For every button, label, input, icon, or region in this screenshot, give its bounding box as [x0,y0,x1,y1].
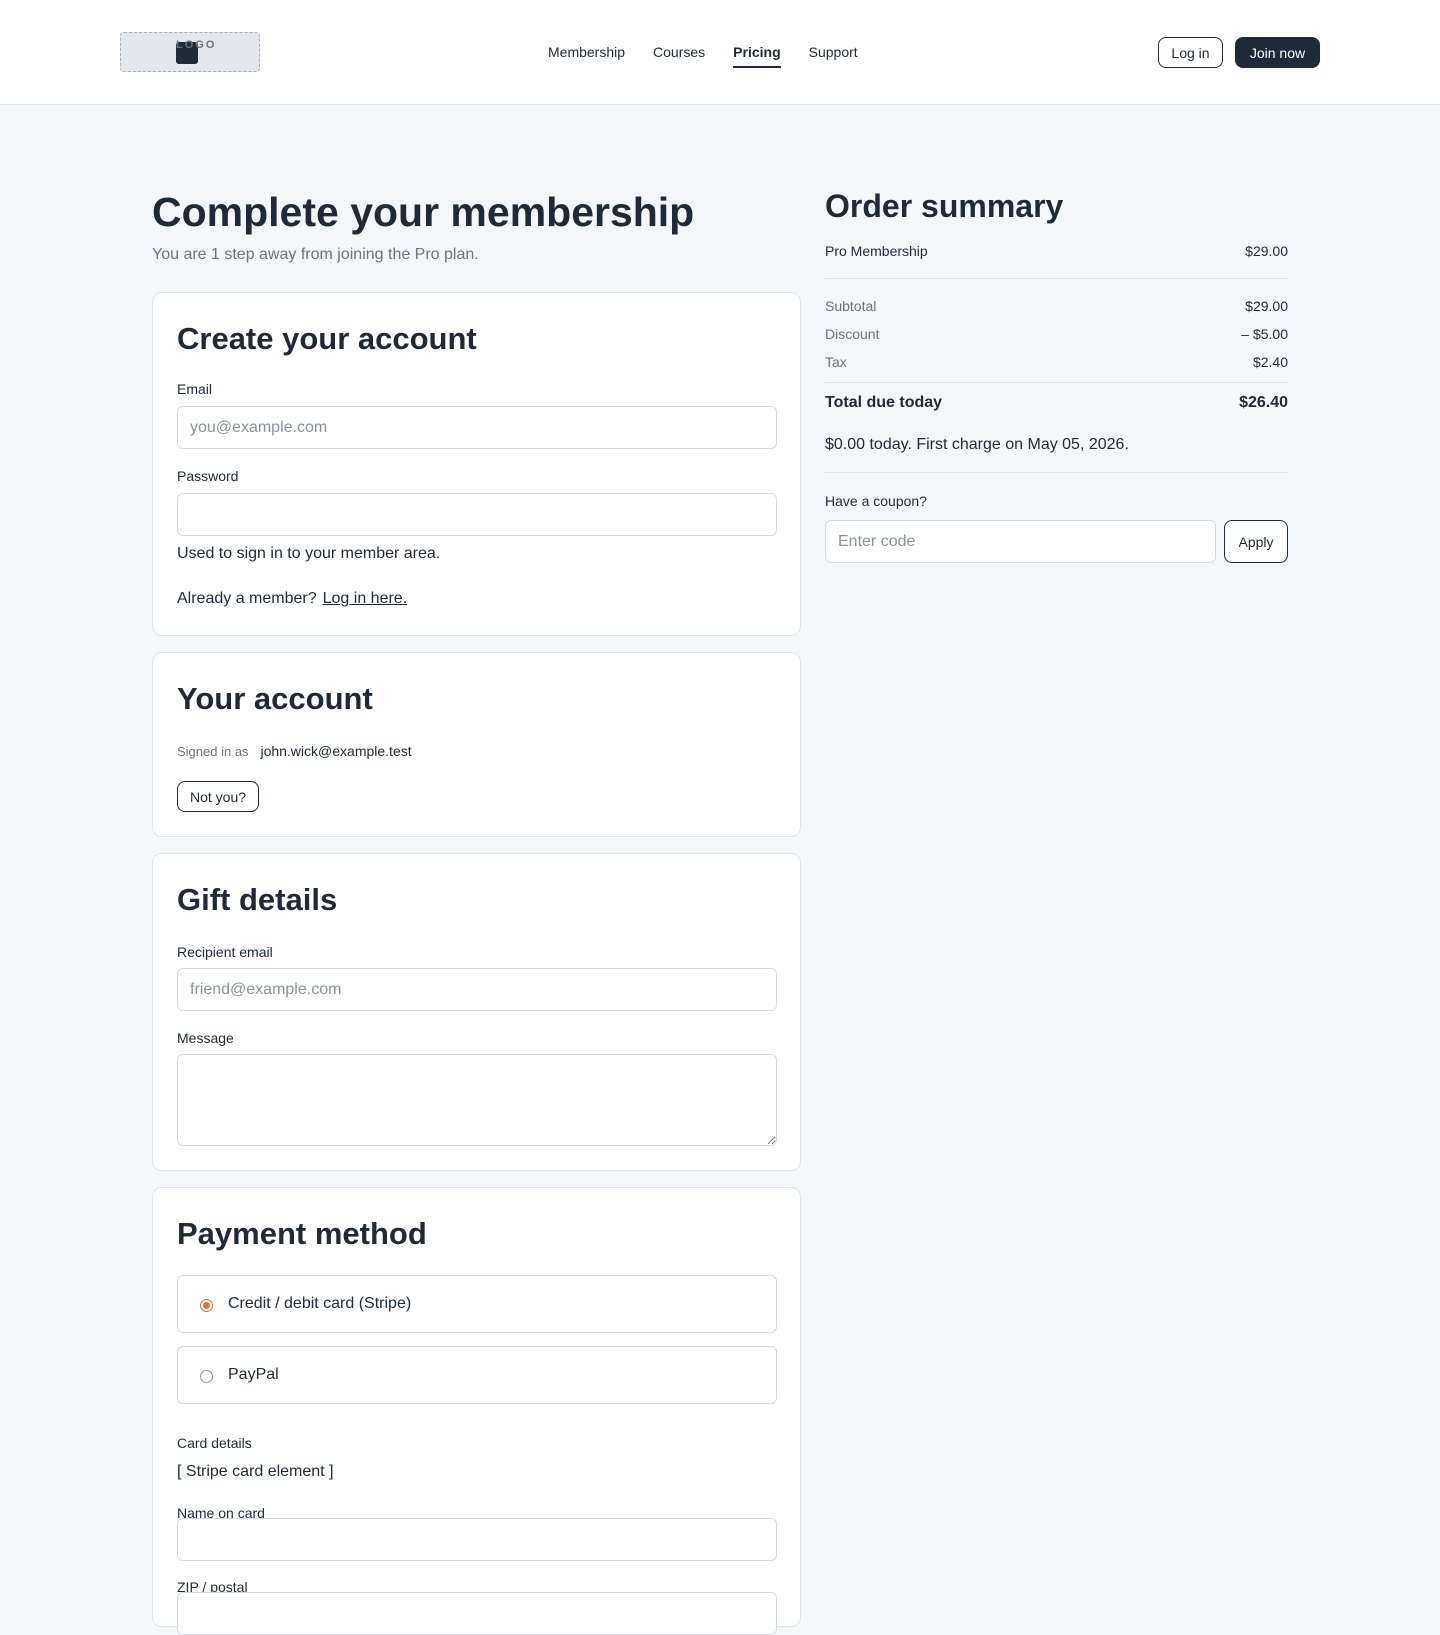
subtotal-value: $29.00 [1245,298,1288,314]
logo[interactable]: LOGO [120,32,260,72]
subtotal-label: Subtotal [825,298,877,314]
site-header: LOGO Membership Courses Pricing Support … [0,0,1440,105]
message-label: Message [177,1030,234,1046]
page-title: Complete your membership [152,189,695,235]
signed-in-email: john.wick@example.test [260,743,412,759]
tax-value: $2.40 [1252,354,1288,370]
password-input[interactable] [177,493,777,536]
summary-divider [825,382,1288,383]
create-account-title: Create your account [177,321,477,356]
page-heading: Complete your membership You are 1 step … [152,186,801,264]
password-label: Password [177,468,239,484]
login-here-link[interactable]: Log in here. [323,590,408,607]
summary-item-value: $29.00 [1245,243,1288,259]
gift-details-title: Gift details [177,882,338,917]
payment-method-title: Payment method [177,1216,427,1251]
nav-link-membership[interactable]: Membership [548,44,625,68]
email-input[interactable] [177,406,777,449]
logo-text: LOGO [176,39,217,51]
coupon-label: Have a coupon? [825,493,927,509]
summary-divider [825,472,1288,473]
member-login-line: Already a member? Log in here. [177,590,407,608]
discount-label: Discount [825,326,880,342]
payment-option-paypal[interactable]: PayPal [177,1346,777,1404]
nav-link-pricing[interactable]: Pricing [733,44,781,68]
summary-item-label: Pro Membership [825,243,928,259]
nav-link-courses[interactable]: Courses [653,44,705,68]
join-now-button[interactable]: Join now [1235,37,1320,68]
payment-option-paypal-label: PayPal [228,1366,279,1383]
payment-option-card-label: Credit / debit card (Stripe) [228,1295,412,1312]
nav-link-support[interactable]: Support [809,44,858,68]
recipient-email-label: Recipient email [177,944,273,960]
main-nav: Membership Courses Pricing Support [548,44,858,68]
coupon-input[interactable] [825,520,1216,563]
summary-divider [825,278,1288,279]
first-charge-note: $0.00 today. First charge on May 05, 202… [825,436,1129,453]
signed-in-label: Signed in as [177,744,249,759]
radio-paypal[interactable] [200,1370,213,1383]
discount-row: Discount – $5.00 [825,326,1288,342]
card-details-label: Card details [177,1435,252,1451]
your-account-card: Your account Signed in as john.wick@exam… [152,652,801,837]
order-summary: Order summary Pro Membership $29.00 Subt… [825,186,1288,563]
radio-card-selected[interactable] [200,1299,213,1312]
recipient-email-input[interactable] [177,968,777,1011]
page-subtitle: You are 1 step away from joining the Pro… [152,246,479,263]
total-value: $26.40 [1239,394,1288,411]
subtotal-row: Subtotal $29.00 [825,298,1288,314]
total-label: Total due today [825,394,943,411]
password-help: Used to sign in to your member area. [177,545,441,562]
apply-coupon-button[interactable]: Apply [1224,520,1288,563]
login-button[interactable]: Log in [1158,37,1223,68]
tax-label: Tax [825,354,847,370]
discount-value: – $5.00 [1241,326,1288,342]
tax-row: Tax $2.40 [825,354,1288,370]
not-you-button[interactable]: Not you? [177,781,260,812]
gift-details-card: Gift details Recipient email Message [152,853,801,1171]
create-account-card: Create your account Email Password Used … [152,292,801,636]
payment-method-card: Payment method Credit / debit card (Stri… [152,1187,801,1635]
zip-input[interactable] [177,1592,777,1635]
total-row: Total due today $26.40 [825,394,1288,412]
stripe-card-element[interactable]: [ Stripe card element ] [177,1463,334,1481]
email-label: Email [177,381,213,397]
order-summary-title: Order summary [825,188,1064,224]
signed-in-row: Signed in as john.wick@example.test [177,743,412,759]
message-textarea[interactable] [177,1054,777,1146]
summary-item-row: Pro Membership $29.00 [825,243,1288,259]
member-prompt: Already a member? [177,590,317,607]
name-on-card-input[interactable] [177,1518,777,1561]
payment-option-card[interactable]: Credit / debit card (Stripe) [177,1275,777,1333]
your-account-title: Your account [177,681,373,716]
